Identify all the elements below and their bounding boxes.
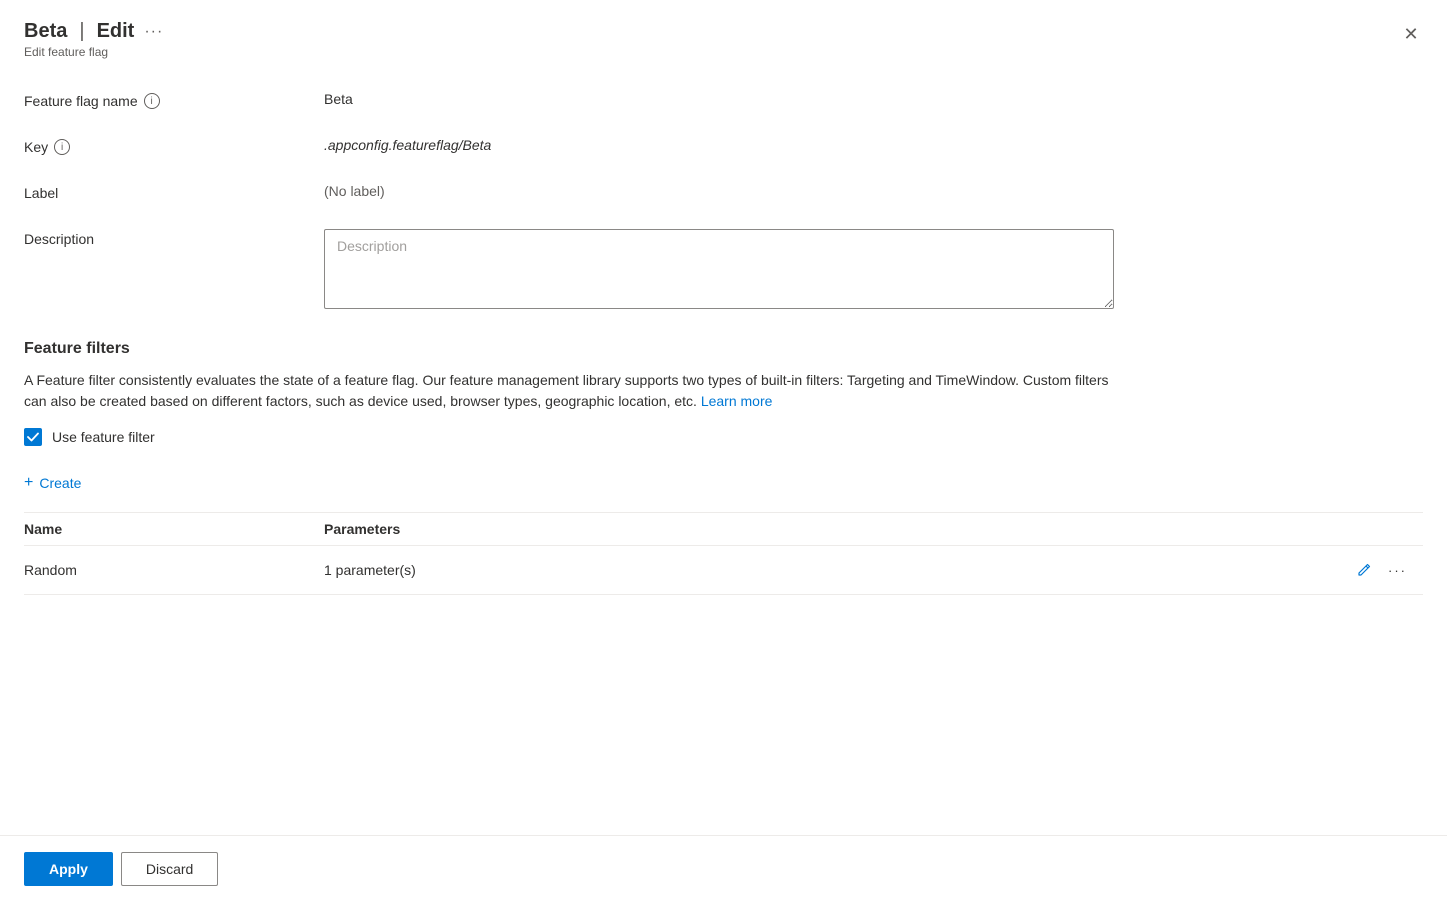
col-name-header: Name [24,513,324,546]
edit-icon [1356,562,1372,578]
use-feature-filter-row: Use feature filter [24,428,1423,446]
filters-table-header: Name Parameters [24,513,1423,546]
description-row: Description [24,229,1423,312]
table-row: Random 1 parameter(s) ··· [24,546,1423,595]
feature-filters-title: Feature filters [24,340,1423,358]
close-icon: ✕ [1403,24,1418,45]
description-field-container [324,229,1423,312]
edit-filter-button[interactable] [1352,558,1376,582]
more-row-icon: ··· [1388,563,1407,578]
label-row: Label (No label) [24,183,1423,201]
panel-header: Beta | Edit ··· Edit feature flag ✕ [0,0,1447,71]
row-name: Random [24,546,324,595]
panel-title-name: Beta [24,20,67,43]
create-button-label: Create [39,475,81,491]
description-textarea[interactable] [324,229,1114,309]
key-label: Key i [24,137,324,155]
description-label: Description [24,229,324,247]
plus-icon: + [24,474,33,492]
edit-panel: Beta | Edit ··· Edit feature flag ✕ Feat… [0,0,1447,902]
filters-table-header-row: Name Parameters [24,513,1423,546]
learn-more-link[interactable]: Learn more [701,393,773,409]
apply-button[interactable]: Apply [24,852,113,886]
filters-table: Name Parameters Random 1 parameter(s) [24,512,1423,595]
key-info-icon[interactable]: i [54,139,70,155]
row-actions: ··· [977,546,1423,595]
use-feature-filter-label[interactable]: Use feature filter [52,429,155,445]
panel-content: Feature flag name i Beta Key i .appconfi… [0,71,1447,835]
checkmark-icon [27,431,39,443]
use-feature-filter-checkbox[interactable] [24,428,42,446]
feature-flag-name-info-icon[interactable]: i [144,93,160,109]
col-actions-header [977,513,1423,546]
panel-footer: Apply Discard [0,835,1447,902]
discard-button[interactable]: Discard [121,852,218,886]
panel-subtitle: Edit feature flag [24,45,1423,59]
col-parameters-header: Parameters [324,513,977,546]
feature-flag-name-row: Feature flag name i Beta [24,91,1423,109]
title-row: Beta | Edit ··· [24,20,1423,43]
panel-title-action: Edit [97,20,135,43]
label-value: (No label) [324,183,1423,199]
label-label: Label [24,183,324,201]
key-value: .appconfig.featureflag/Beta [324,137,1423,153]
close-button[interactable]: ✕ [1395,18,1427,50]
feature-flag-name-value: Beta [324,91,1423,107]
title-separator: | [79,20,84,43]
more-filter-options-button[interactable]: ··· [1384,559,1411,582]
filters-table-body: Random 1 parameter(s) ··· [24,546,1423,595]
create-filter-button[interactable]: + Create [24,470,81,496]
feature-flag-name-label: Feature flag name i [24,91,324,109]
feature-filters-description: A Feature filter consistently evaluates … [24,370,1124,412]
row-parameters: 1 parameter(s) [324,546,977,595]
more-options-icon[interactable]: ··· [144,23,163,41]
key-row: Key i .appconfig.featureflag/Beta [24,137,1423,155]
